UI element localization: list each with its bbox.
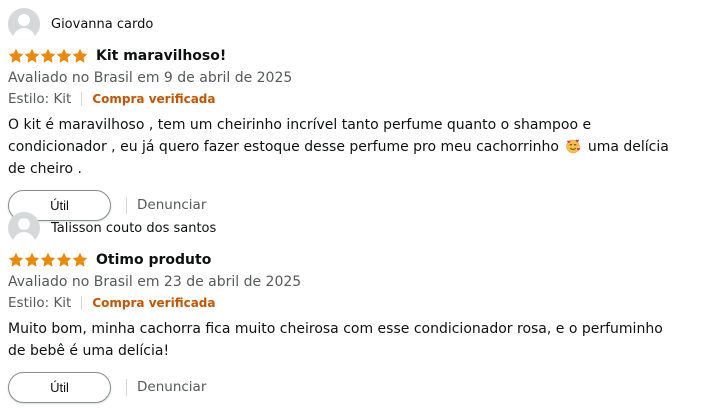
star-icon: [40, 252, 56, 268]
reviewer-name[interactable]: Giovanna cardo: [51, 17, 153, 32]
review-title[interactable]: Otimo produto: [96, 252, 211, 268]
divider: [81, 296, 83, 310]
star-rating[interactable]: [8, 252, 88, 268]
report-link[interactable]: Denunciar: [137, 197, 206, 213]
verified-purchase-badge: Compra verificada: [92, 92, 216, 106]
review-title[interactable]: Kit maravilhoso!: [96, 48, 226, 64]
verified-purchase-badge: Compra verificada: [92, 296, 216, 310]
star-rating[interactable]: [8, 48, 88, 64]
divider: [81, 92, 83, 106]
style-label: Estilo: Kit: [8, 295, 72, 311]
review-date: Avaliado no Brasil em 23 de abril de 202…: [8, 274, 302, 290]
review-body: O kit é maravilhoso , tem um cheirinho i…: [8, 114, 680, 180]
star-icon: [8, 252, 24, 268]
review-text: O kit é maravilhoso , tem um cheirinho i…: [8, 117, 592, 155]
avatar[interactable]: [8, 212, 40, 244]
review-date: Avaliado no Brasil em 9 de abril de 2025: [8, 70, 293, 86]
report-link[interactable]: Denunciar: [137, 379, 206, 395]
smiling-face-with-hearts-icon: [566, 139, 581, 154]
star-icon: [24, 48, 40, 64]
star-icon: [56, 48, 72, 64]
star-icon: [72, 48, 88, 64]
review-body: Muito bom, minha cachorra fica muito che…: [8, 321, 663, 359]
review-card: Talisson couto dos santos Otimo produto …: [8, 212, 708, 403]
review-card: Giovanna cardo Kit maravilhoso! Avaliado…: [8, 8, 708, 221]
reviewer-profile[interactable]: Giovanna cardo: [8, 8, 708, 40]
star-icon: [56, 252, 72, 268]
star-icon: [72, 252, 88, 268]
star-icon: [8, 48, 24, 64]
divider: [126, 196, 127, 214]
style-label: Estilo: Kit: [8, 91, 72, 107]
reviewer-profile[interactable]: Talisson couto dos santos: [8, 212, 708, 244]
helpful-button[interactable]: Útil: [8, 371, 111, 403]
star-icon: [40, 48, 56, 64]
reviewer-name[interactable]: Talisson couto dos santos: [51, 221, 216, 236]
avatar[interactable]: [8, 8, 40, 40]
divider: [126, 378, 127, 396]
star-icon: [24, 252, 40, 268]
